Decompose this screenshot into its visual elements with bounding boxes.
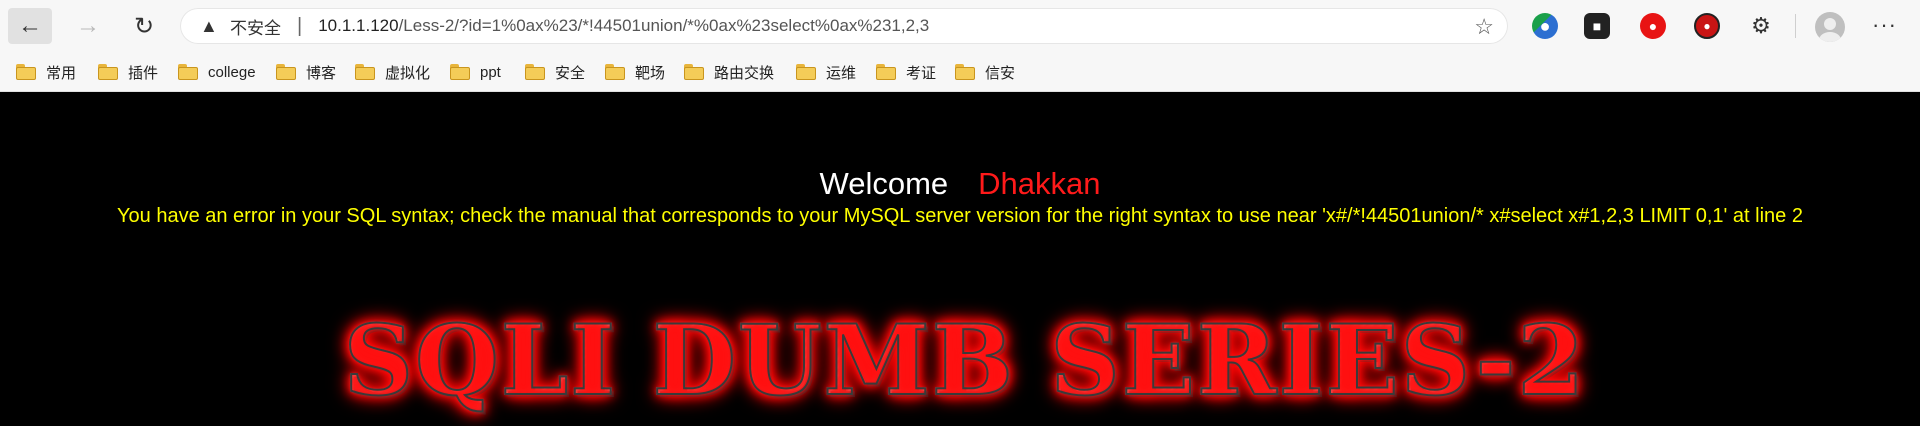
bookmark-folder[interactable]: 常用: [16, 61, 76, 83]
bookmark-label: 考证: [906, 64, 937, 82]
bookmark-label: 安全: [555, 64, 586, 82]
folder-icon: [876, 64, 896, 80]
page-content: Welcome Dhakkan You have an error in your…: [0, 92, 1920, 417]
bookmark-label: 运维: [826, 64, 857, 82]
welcome-text: Welcome: [819, 166, 949, 201]
bookmark-folder[interactable]: 博客: [276, 61, 336, 83]
series-banner: SQLI DUMB SERIES-2 SQLI DUMB SERIES-2: [330, 305, 1600, 426]
bookmark-label: ppt: [480, 63, 501, 81]
banner-title: SQLI DUMB SERIES-2: [330, 305, 1600, 417]
extension-icon[interactable]: ●: [1640, 13, 1666, 39]
forward-button[interactable]: →: [66, 8, 110, 44]
back-arrow-icon: ←: [18, 12, 42, 39]
more-icon[interactable]: ···: [1872, 12, 1897, 38]
url-host: 10.1.1.120: [318, 16, 399, 35]
bookmark-folder[interactable]: 虚拟化: [355, 61, 430, 83]
bookmark-folder[interactable]: 信安: [955, 61, 1015, 83]
folder-icon: [178, 64, 198, 80]
bookmark-folder[interactable]: 考证: [876, 61, 936, 83]
back-button[interactable]: ←: [8, 8, 52, 44]
bookmark-folder[interactable]: 靶场: [605, 61, 665, 83]
sql-error-message: You have an error in your SQL syntax; ch…: [117, 205, 1803, 227]
reload-button[interactable]: ↻: [122, 8, 166, 44]
extension-icon[interactable]: ⚙: [1748, 13, 1774, 39]
bookmark-folder[interactable]: ppt: [450, 61, 501, 83]
extension-icon[interactable]: ■: [1584, 13, 1610, 39]
folder-icon: [525, 64, 545, 80]
bookmark-label: 路由交换: [714, 64, 775, 82]
browser-toolbar: ← → ↻ ▲ 不安全 | 10.1.1.120/Less-2/?id=1%0a…: [0, 0, 1920, 53]
bookmark-folder[interactable]: 路由交换: [684, 61, 774, 83]
bookmark-label: 常用: [46, 64, 77, 82]
bookmark-folder[interactable]: 插件: [98, 61, 158, 83]
folder-icon: [605, 64, 625, 80]
folder-icon: [796, 64, 816, 80]
bookmark-label: 博客: [306, 64, 337, 82]
address-separator: |: [297, 14, 303, 37]
folder-icon: [955, 64, 975, 80]
bookmark-label: 靶场: [635, 64, 666, 82]
reload-icon: ↻: [133, 12, 155, 40]
url-path: /Less-2/?id=1%0ax%23/*!44501union/*%0ax%…: [398, 16, 930, 35]
url-text[interactable]: 10.1.1.120/Less-2/?id=1%0ax%23/*!44501un…: [318, 16, 929, 36]
bookmark-label: 信安: [985, 64, 1016, 82]
bookmark-folder[interactable]: college: [178, 61, 256, 83]
folder-icon: [355, 64, 375, 80]
folder-icon: [450, 64, 470, 80]
folder-icon: [98, 64, 118, 80]
favorite-star-icon[interactable]: ☆: [1474, 14, 1494, 40]
extension-icon[interactable]: ●: [1694, 13, 1720, 39]
folder-icon: [684, 64, 704, 80]
user-name: Dhakkan: [978, 166, 1101, 201]
warning-icon[interactable]: ▲: [200, 16, 222, 37]
bookmarks-bar: 常用 插件 college 博客 虚拟化 ppt 安全 靶场 路由交换 运维 考…: [0, 53, 1920, 92]
bookmark-label: 插件: [128, 64, 159, 82]
avatar-icon[interactable]: [1815, 12, 1845, 42]
folder-icon: [16, 64, 36, 80]
address-bar[interactable]: ▲ 不安全 | 10.1.1.120/Less-2/?id=1%0ax%23/*…: [180, 8, 1508, 44]
bookmark-label: 虚拟化: [385, 64, 431, 82]
bookmark-folder[interactable]: 运维: [796, 61, 856, 83]
extension-icon[interactable]: ●: [1532, 13, 1558, 39]
bookmark-folder[interactable]: 安全: [525, 61, 585, 83]
security-label[interactable]: 不安全: [230, 14, 281, 39]
folder-icon: [276, 64, 296, 80]
bookmark-label: college: [208, 63, 256, 81]
forward-arrow-icon: →: [76, 12, 100, 39]
welcome-line: Welcome Dhakkan: [0, 166, 1920, 202]
toolbar-divider: [1795, 14, 1796, 38]
